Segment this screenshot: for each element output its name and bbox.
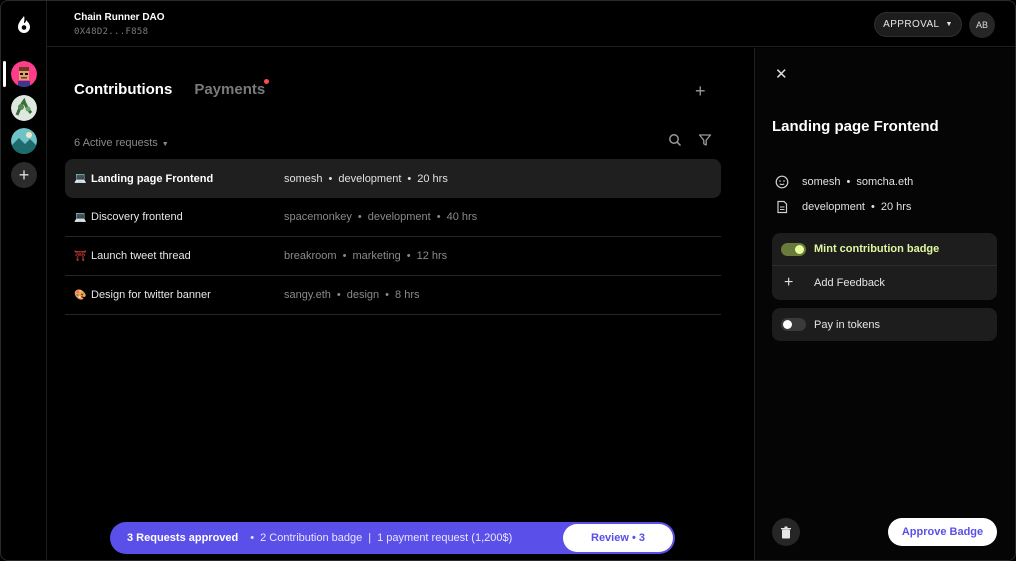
approve-badge-button[interactable]: Approve Badge [888,518,997,546]
request-row[interactable]: ⛩ Launch tweet thread breakroom • marketin… [65,237,721,276]
pay-tokens-card: Pay in tokens [772,308,997,341]
request-category: design [346,289,380,301]
palette-icon: 🎨 [74,289,87,301]
request-list: 💻 Landing page Frontend somesh • developme… [65,159,721,315]
request-user: spacemonkey [284,211,352,223]
request-user: breakroom [284,250,337,262]
user-avatar[interactable]: AB [969,12,995,38]
dao-avatar-landscape[interactable] [11,128,37,154]
filter-icon[interactable] [698,133,712,147]
main-content: Contributions Payments + 6 Active reques… [47,48,754,560]
detail-ens: somcha.eth [856,176,914,188]
request-meta: spacemonkey • development • 40 hrs [284,211,478,223]
request-title: Discovery frontend [91,211,183,223]
request-category: development [338,172,402,185]
tab-payments-label: Payments [194,81,266,98]
dao-avatar-plant[interactable] [11,95,37,121]
plus-icon: + [18,165,30,185]
document-icon [774,199,790,215]
request-row[interactable]: 💻 Landing page Frontend somesh • developme… [65,159,721,198]
request-title: Launch tweet thread [91,250,191,262]
request-hours: 20 hrs [417,172,448,185]
detail-category-line: development • 20 hrs [774,199,911,215]
detail-user: somesh [802,176,841,188]
add-feedback-row[interactable]: + Add Feedback [772,266,997,300]
request-hours: 8 hrs [395,289,420,301]
add-request-button[interactable]: + [695,81,706,102]
search-icon[interactable] [668,133,682,147]
detail-title: Landing page Frontend [772,118,939,135]
dao-name: Chain Runner DAO [74,12,165,23]
flame-drop-icon[interactable] [14,14,34,34]
chevron-down-icon: ▼ [161,141,169,148]
torii-gate-icon: ⛩ [74,250,87,262]
request-category: marketing [352,250,401,262]
add-feedback-label: Add Feedback [814,277,885,289]
add-dao-button[interactable]: + [11,162,37,188]
detail-user-line: somesh • somcha.eth [774,174,913,190]
request-hours: 40 hrs [446,211,478,223]
tab-bar: Contributions Payments [74,79,287,98]
approved-count: 3 Requests approved [127,532,239,544]
detail-category: development [802,201,865,213]
request-title: Landing page Frontend [91,172,214,185]
request-title: Design for twitter banner [91,289,211,301]
chevron-down-icon: ▼ [945,21,953,28]
request-user: somesh [284,172,323,185]
active-requests-dropdown[interactable]: 6 Active requests ▼ [74,137,169,149]
dao-sidebar: + [1,1,47,560]
dao-address[interactable]: 0X48D2...F858 [74,27,148,37]
filter-row: 6 Active requests ▼ [74,133,720,149]
plus-icon: + [784,274,794,291]
mint-badge-label: Mint contribution badge [814,243,940,255]
dao-avatar-chain-runner[interactable] [11,61,37,87]
badge-feedback-card: Mint contribution badge + Add Feedback [772,233,997,300]
payment-count: 1 payment request (1,200$) [377,532,513,544]
request-meta: sangy.eth • design • 8 hrs [284,289,420,301]
detail-hours: 20 hrs [880,201,912,213]
detail-panel: ✕ Landing page Frontend somesh • somcha.et… [754,48,1015,560]
trash-icon[interactable] [772,518,800,546]
approval-label: APPROVAL [883,19,940,30]
request-user: sangy.eth [284,289,331,301]
active-dao-indicator [3,61,6,87]
top-bar: Chain Runner DAO 0X48D2...F858 APPROVAL … [47,1,1015,47]
badge-count: 2 Contribution badge [260,532,363,544]
request-meta: somesh • development • 20 hrs [284,172,448,185]
notification-dot [264,79,270,84]
active-requests-label: 6 Active requests [74,137,158,149]
request-meta: breakroom • marketing • 12 hrs [284,250,448,262]
request-hours: 12 hrs [416,250,448,262]
close-icon[interactable]: ✕ [775,65,788,83]
request-category: development [367,211,431,223]
pay-tokens-label: Pay in tokens [814,318,881,331]
tab-contributions[interactable]: Contributions [74,81,172,98]
laptop-icon: 💻 [74,173,87,184]
face-icon [774,174,790,190]
request-row[interactable]: 🎨 Design for twitter banner sangy.eth • de… [65,276,721,315]
laptop-icon: 💻 [74,211,87,223]
approval-dropdown[interactable]: APPROVAL ▼ [874,12,962,37]
mint-badge-toggle[interactable] [781,242,806,256]
banner-details: • 2 Contribution badge | 1 payment request … [250,532,513,544]
tab-payments[interactable]: Payments [194,79,270,98]
approval-summary-banner: 3 Requests approved • 2 Contribution badg… [110,522,675,554]
pay-tokens-toggle[interactable] [781,318,806,331]
app-window: + Chain Runner DAO 0X48D2...F858 APPROVA… [0,0,1016,561]
request-row[interactable]: 💻 Discovery frontend spacemonkey • develop… [65,198,721,237]
review-button[interactable]: Review • 3 [563,524,673,552]
mint-badge-row: Mint contribution badge [772,233,997,266]
